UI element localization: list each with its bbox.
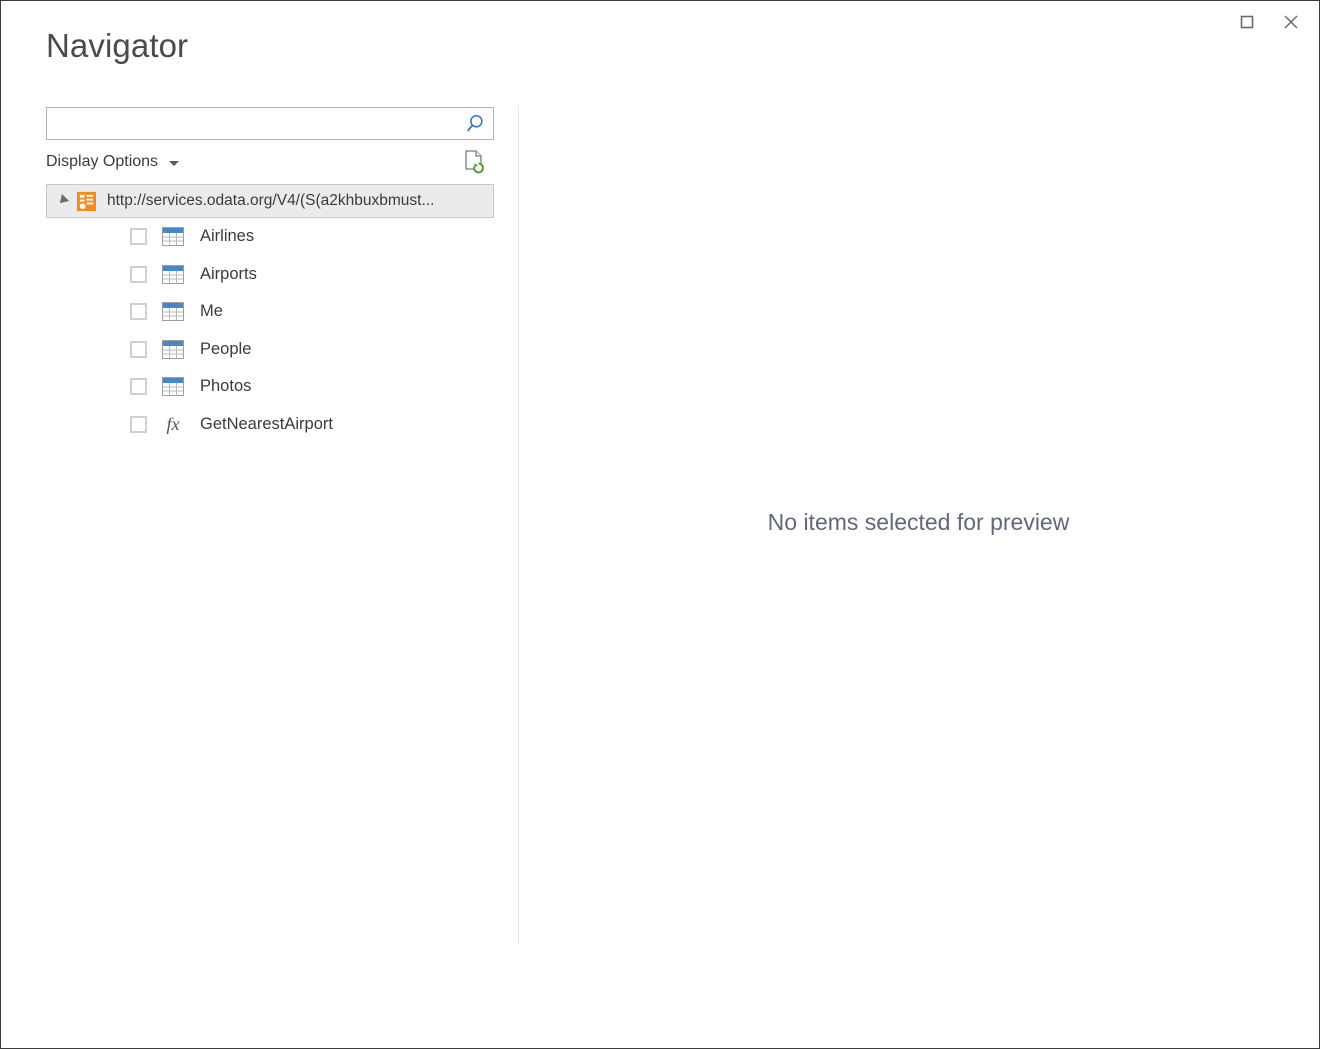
expanded-triangle-icon[interactable] [54,193,70,209]
display-options-label: Display Options [46,153,158,171]
display-options-button[interactable]: Display Options [46,153,179,171]
tree-item-checkbox[interactable] [130,378,147,395]
table-icon [162,340,184,359]
tree-item-label: Photos [200,377,251,396]
left-pane: Display Options [46,107,496,443]
navigator-dialog: Navigator Display Options [0,0,1320,1049]
table-icon [162,340,184,359]
table-icon [162,377,184,396]
tree-item-checkbox[interactable] [130,228,147,245]
close-button[interactable] [1269,5,1313,39]
tree-root-label: http://services.odata.org/V4/(S(a2khbuxb… [107,192,434,210]
window-controls [1225,5,1313,39]
tree-item-label: Airports [200,265,257,284]
maximize-button[interactable] [1225,5,1269,39]
tree-item[interactable]: Photos [46,368,496,406]
tree-item-checkbox[interactable] [130,266,147,283]
tree-item-checkbox[interactable] [130,416,147,433]
tree-item-checkbox[interactable] [130,303,147,320]
navigation-tree: http://services.odata.org/V4/(S(a2khbuxb… [46,184,496,443]
tree-item[interactable]: Me [46,293,496,331]
preview-pane: No items selected for preview [519,105,1318,944]
tree-item-label: Me [200,302,223,321]
close-icon [1282,13,1300,31]
tree-item[interactable]: Airlines [46,218,496,256]
tree-item-label: People [200,340,251,359]
table-icon [162,265,184,284]
search-icon[interactable] [464,113,486,135]
table-icon [162,302,184,321]
title-bar [1,1,1319,41]
search-box[interactable] [46,107,494,140]
refresh-icon[interactable] [462,149,486,175]
table-icon [162,227,184,246]
table-icon [162,302,184,321]
footer: Select Related Tables Load Edit Cancel [1,943,1319,1048]
tree-item[interactable]: fx GetNearestAirport [46,406,496,444]
function-icon: fx [167,415,180,433]
table-icon [162,265,184,284]
page-title: Navigator [46,28,188,64]
tree-item-list: Airlines Airports Me People Photos fx GetNeare… [46,218,496,443]
options-row: Display Options [46,140,494,184]
tree-item[interactable]: Airports [46,256,496,294]
function-icon: fx [162,415,184,434]
maximize-icon [1239,14,1255,30]
chevron-down-icon [169,161,179,166]
table-icon [162,227,184,246]
search-input[interactable] [47,108,493,139]
tree-root-node[interactable]: http://services.odata.org/V4/(S(a2khbuxb… [46,184,494,218]
table-icon [162,377,184,396]
tree-item-label: GetNearestAirport [200,415,333,434]
odata-feed-icon [76,191,97,212]
tree-item-checkbox[interactable] [130,341,147,358]
preview-empty-message: No items selected for preview [519,509,1318,536]
tree-item[interactable]: People [46,331,496,369]
tree-item-label: Airlines [200,227,254,246]
